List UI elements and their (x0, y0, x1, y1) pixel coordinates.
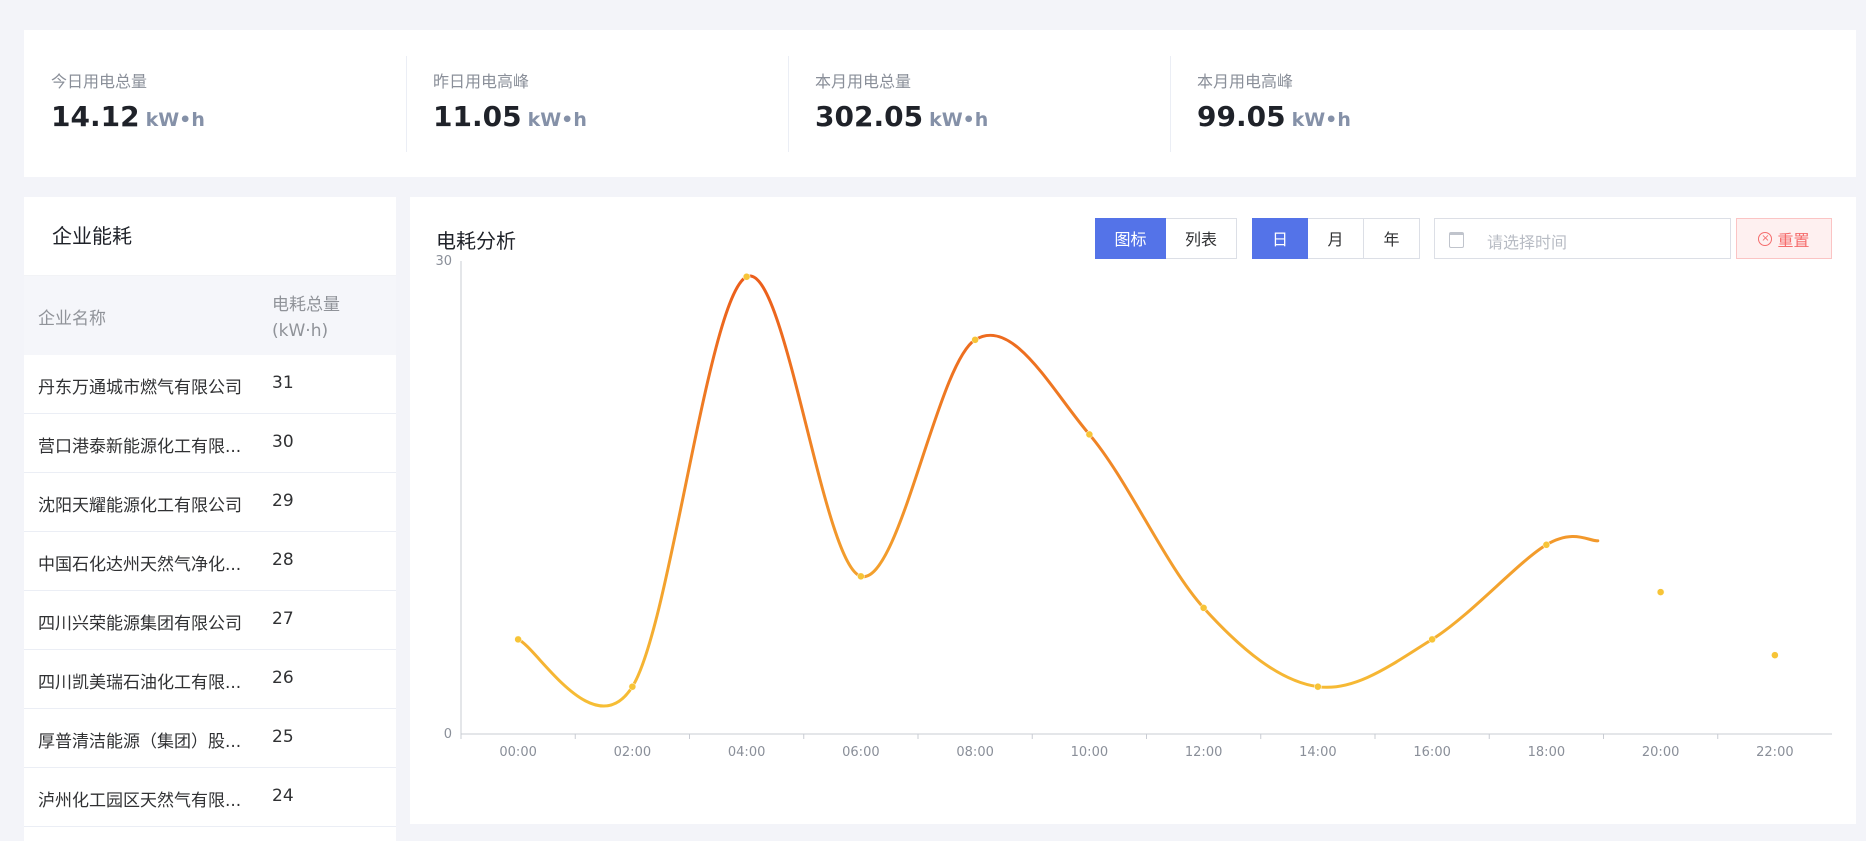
table-row[interactable]: 四川兴荣能源集团有限公司 27 (24, 591, 396, 650)
stat-unit: kW•h (929, 109, 989, 131)
row-value: 25 (272, 727, 294, 747)
data-point (1771, 651, 1779, 659)
stat-label: 本月用电高峰 (1197, 72, 1294, 91)
stat-value-group: 302.05 kW•h (815, 100, 988, 133)
data-point (1085, 430, 1094, 439)
data-point (1656, 588, 1665, 596)
data-point (514, 635, 522, 644)
row-value: 24 (272, 786, 294, 806)
x-tick-label: 16:00 (1413, 745, 1450, 760)
data-point (971, 336, 979, 344)
x-tick-label: 06:00 (842, 745, 879, 760)
stat-yesterday-peak: 昨日用电高峰 11.05 kW•h (406, 30, 788, 177)
x-tick-label: 14:00 (1299, 745, 1336, 760)
row-value: 26 (272, 668, 294, 688)
data-point (857, 572, 865, 581)
row-name: 营口港泰新能源化工有限... (38, 437, 242, 457)
table-row[interactable]: 丹东万通城市燃气有限公司 31 (24, 355, 396, 414)
row-name: 四川兴荣能源集团有限公司 (38, 614, 242, 634)
stat-value-group: 11.05 kW•h (433, 100, 587, 133)
x-tick-label: 22:00 (1756, 745, 1793, 760)
data-point (1542, 541, 1551, 549)
y-tick-label: 30 (435, 254, 452, 269)
row-name: 丹东万通城市燃气有限公司 (38, 378, 242, 398)
stat-value: 99.05 (1197, 100, 1286, 133)
row-value: 27 (272, 609, 294, 629)
table-row[interactable]: 泸州化工园区天然气有限... 24 (24, 768, 396, 827)
stat-label: 今日用电总量 (51, 72, 148, 91)
data-point (1428, 635, 1436, 644)
x-tick-label: 12:00 (1185, 745, 1222, 760)
stat-value: 11.05 (433, 100, 522, 133)
x-tick-label: 04:00 (728, 745, 765, 760)
row-name: 泸州化工园区天然气有限... (38, 791, 242, 811)
row-value: 31 (272, 373, 294, 393)
series-line (516, 274, 1600, 708)
data-point (1199, 604, 1208, 612)
stat-label: 昨日用电高峰 (433, 72, 530, 91)
row-name: 沈阳天耀能源化工有限公司 (38, 496, 242, 516)
stat-value: 302.05 (815, 100, 924, 133)
stat-unit: kW•h (145, 109, 205, 131)
enterprise-energy-panel: 企业能耗 企业名称 电耗总量(kW·h) 丹东万通城市燃气有限公司 31 营口港泰… (24, 197, 396, 841)
power-line-chart: 0 30 00:00 02:00 04:00 06:00 08:00 10:00 12:00 14… (435, 254, 1832, 760)
table-row[interactable]: 四川凯美瑞石油化工有限... 26 (24, 650, 396, 709)
x-tick-label: 18:00 (1528, 745, 1565, 760)
stat-unit: kW•h (527, 109, 587, 131)
x-tick-label: 00:00 (499, 745, 536, 760)
x-tick-label: 10:00 (1071, 745, 1108, 760)
table-header: 企业名称 电耗总量(kW·h) (24, 276, 396, 355)
table-row[interactable]: 中国石化达州天然气净化... 28 (24, 532, 396, 591)
row-value: 28 (272, 550, 294, 570)
stat-label: 本月用电总量 (815, 72, 912, 91)
x-tick-label: 02:00 (614, 745, 651, 760)
row-value: 30 (272, 432, 294, 452)
row-value: 29 (272, 491, 294, 511)
stat-value-group: 14.12 kW•h (51, 100, 205, 133)
stat-value: 14.12 (51, 100, 140, 133)
power-analysis-panel: 电耗分析 图标 列表 日 月 年 请选择时间 × 重置 0 30 00:00 02:0… (410, 197, 1856, 824)
row-name: 厚普清洁能源（集团）股... (38, 732, 242, 752)
table-row[interactable]: 营口港泰新能源化工有限... 30 (24, 414, 396, 473)
stats-card: 今日用电总量 14.12 kW•h 昨日用电高峰 11.05 kW•h 本月用电总量… (24, 30, 1856, 177)
table-row[interactable]: 厚普清洁能源（集团）股... 25 (24, 709, 396, 768)
panel-title: 企业能耗 (24, 197, 396, 276)
data-point (628, 682, 637, 691)
data-point (742, 273, 751, 281)
stat-today-total: 今日用电总量 14.12 kW•h (24, 30, 406, 177)
x-tick-label: 20:00 (1642, 745, 1679, 760)
stat-value-group: 99.05 kW•h (1197, 100, 1351, 133)
stat-month-total: 本月用电总量 302.05 kW•h (788, 30, 1170, 177)
stat-month-peak: 本月用电高峰 99.05 kW•h (1170, 30, 1552, 177)
y-tick-label: 0 (444, 727, 452, 742)
column-header-name: 企业名称 (38, 309, 106, 329)
x-tick-label: 08:00 (956, 745, 993, 760)
column-header-value: 电耗总量(kW·h) (272, 295, 340, 341)
row-name: 中国石化达州天然气净化... (38, 555, 242, 575)
stat-unit: kW•h (1291, 109, 1351, 131)
data-point (1314, 682, 1322, 691)
table-row[interactable]: 沈阳天耀能源化工有限公司 29 (24, 473, 396, 532)
row-name: 四川凯美瑞石油化工有限... (38, 673, 242, 693)
